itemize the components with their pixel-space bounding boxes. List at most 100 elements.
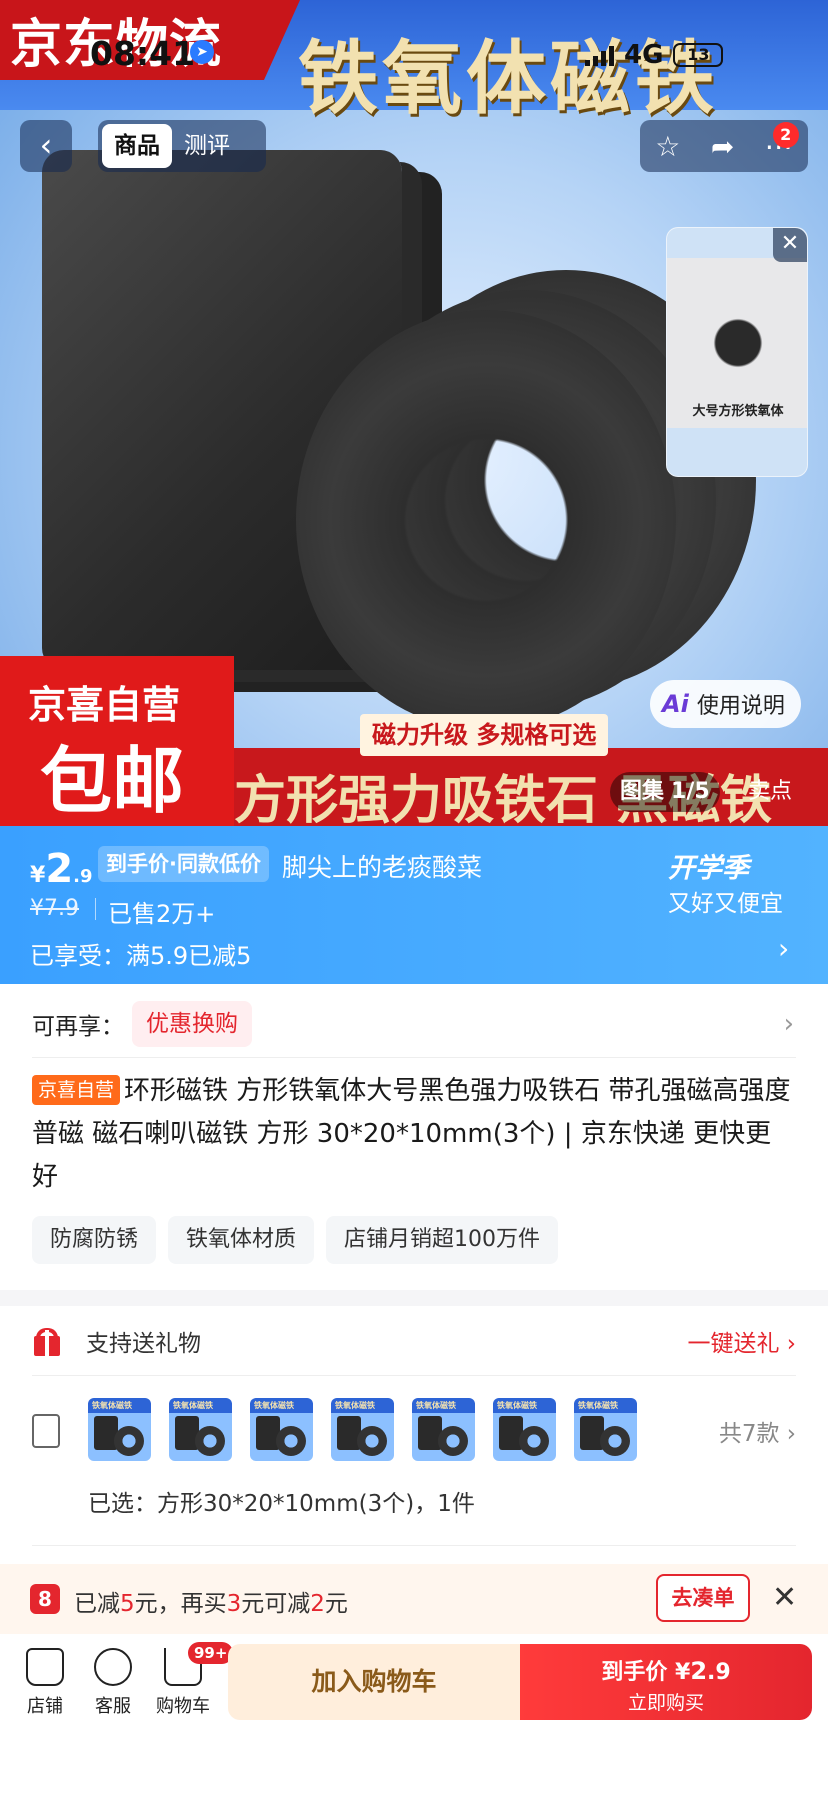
original-price: ¥7.9 (30, 896, 79, 921)
price-divider (95, 898, 96, 920)
price-tag: 到手价·同款低价 (98, 846, 269, 882)
store-label: 店铺 (27, 1696, 63, 1717)
cart-label: 购物车 (156, 1696, 210, 1717)
feature-tag[interactable]: 店铺月销超100万件 (326, 1216, 559, 1264)
selected-sku: 已选：方形30*20*10mm(3个)，1件 (88, 1491, 475, 1517)
store-button[interactable]: 店铺 (10, 1648, 80, 1718)
promo-text: 已减5元，再买3元可减2元 (74, 1591, 348, 1617)
share-icon[interactable]: ➦ (711, 130, 734, 163)
gallery-label: 图集 (620, 779, 665, 804)
store-icon (26, 1648, 64, 1686)
product-title-text: 环形磁铁 方形铁氧体大号黑色强力吸铁石 带孔强磁高强度普磁 磁石喇叭磁铁 方形 … (32, 1076, 791, 1192)
network-label: 4G (624, 40, 664, 70)
product-title: 京喜自营 环形磁铁 方形铁氧体大号黑色强力吸铁石 带孔强磁高强度普磁 磁石喇叭磁铁… (32, 1070, 796, 1199)
back-button[interactable]: ‹ (20, 120, 72, 172)
jingxi-tag: 京喜自营 (32, 1075, 121, 1105)
close-video-button[interactable]: ✕ (773, 228, 807, 262)
sku-thumbnail[interactable]: 铁氧体磁铁 (331, 1398, 394, 1461)
gift-row[interactable]: 支持送礼物 一键送礼 › (32, 1306, 796, 1376)
buy-now-button[interactable]: 到手价 ¥2.9 立即购买 (520, 1644, 812, 1720)
hero-title: 铁氧体磁铁 (298, 31, 718, 125)
promo-logo-icon: 8 (30, 1584, 60, 1614)
chevron-right-icon: › (783, 1008, 794, 1039)
sku-thumbnails: 铁氧体磁铁 铁氧体磁铁 铁氧体磁铁 铁氧体磁铁 铁氧体磁铁 铁氧体磁铁 铁氧体磁… (88, 1398, 637, 1461)
product-feature-tags: 防腐防锈 铁氧体材质 店铺月销超100万件 (32, 1216, 559, 1264)
buy-price: 到手价 ¥2.9 (601, 1657, 731, 1685)
more-badge: 2 (772, 121, 799, 148)
chat-face-icon (94, 1648, 132, 1686)
price-user-nickname: 脚尖上的老痰酸菜 (282, 853, 483, 882)
buy-now-label: 立即购买 (627, 1692, 704, 1714)
sku-count[interactable]: 共7款 › (719, 1414, 796, 1448)
promo-bar: 8 已减5元，再买3元可减2元 去凑单 ✕ (0, 1564, 828, 1634)
sold-count: 已售2万+ (108, 900, 216, 928)
sku-thumb-label: 铁氧体磁铁 (416, 1401, 456, 1410)
sku-thumb-label: 铁氧体磁铁 (497, 1401, 537, 1410)
send-gift-link[interactable]: 一键送礼 › (687, 1324, 796, 1358)
close-promo-icon[interactable]: ✕ (772, 1580, 797, 1615)
selection-icon (32, 1414, 60, 1448)
sku-thumbnail[interactable]: 铁氧体磁铁 (169, 1398, 232, 1461)
customer-service-button[interactable]: 客服 (78, 1648, 148, 1718)
add-to-cart-button[interactable]: 加入购物车 (228, 1644, 520, 1720)
chevron-left-icon: ‹ (39, 126, 53, 164)
sku-thumbnail[interactable]: 铁氧体磁铁 (412, 1398, 475, 1461)
ai-icon: Ai (662, 690, 689, 718)
nav-actions: ☆ ➦ ⋯2 (640, 120, 808, 172)
bottom-action-bar: 店铺 客服 99+ 购物车 加入购物车 到手价 ¥2.9 立即购买 (0, 1634, 828, 1795)
sku-thumbnail[interactable]: 铁氧体磁铁 (88, 1398, 151, 1461)
sku-thumb-label: 铁氧体磁铁 (92, 1401, 132, 1410)
sku-thumb-label: 铁氧体磁铁 (173, 1401, 213, 1410)
exchange-offer-chip[interactable]: 优惠换购 (132, 1000, 252, 1047)
tab-review[interactable]: 测评 (172, 124, 242, 168)
tab-product[interactable]: 商品 (102, 124, 172, 168)
ai-usage-label: 使用说明 (696, 694, 785, 719)
feature-tag[interactable]: 铁氧体材质 (168, 1216, 315, 1264)
price: ¥ 2 .9 (30, 846, 93, 892)
signal-icon (585, 44, 614, 66)
price-currency: ¥ (30, 863, 46, 888)
hero-slogan: 磁力升级 多规格可选 (360, 714, 609, 756)
gift-icon (32, 1326, 62, 1356)
sell-points-tab[interactable]: 卖点 (748, 772, 792, 812)
badge-line2: 包邮 (40, 739, 185, 823)
season-campaign-subtitle: 又好又便宜 (668, 891, 783, 917)
more-offers-label: 可再享： (32, 1013, 124, 1040)
more-offers-row[interactable]: 可再享： 优惠换购 › (32, 990, 796, 1058)
feature-tag[interactable]: 防腐防锈 (32, 1216, 157, 1264)
badge-line1: 京喜自营 (28, 683, 181, 727)
location-icon: ➤ (190, 40, 214, 64)
sku-selector[interactable]: 铁氧体磁铁 铁氧体磁铁 铁氧体磁铁 铁氧体磁铁 铁氧体磁铁 铁氧体磁铁 铁氧体磁… (32, 1386, 796, 1546)
floating-video[interactable]: 大号方形铁氧体 (666, 227, 808, 477)
battery-icon: 13 (673, 43, 724, 67)
battery-level: 13 (687, 45, 710, 64)
price-bar[interactable]: ¥ 2 .9 到手价·同款低价 脚尖上的老痰酸菜 ¥7.9 已售2万+ 已享受：… (0, 826, 828, 984)
sku-thumbnail[interactable]: 铁氧体磁铁 (493, 1398, 556, 1461)
cart-button[interactable]: 99+ 购物车 (148, 1642, 234, 1718)
status-time: 08:41 (90, 34, 196, 73)
gallery-index: 1/5 (671, 779, 710, 804)
video-caption: 大号方形铁氧体 (692, 404, 784, 419)
nav-tabs: 商品 测评 (98, 120, 266, 172)
hero-bottom-strip: 方形强力吸铁石 黑磁铁 (234, 748, 828, 826)
sku-thumbnail[interactable]: 铁氧体磁铁 (250, 1398, 313, 1461)
close-icon: ✕ (780, 231, 800, 256)
ai-usage-guide-button[interactable]: Ai 使用说明 (650, 680, 801, 728)
sku-thumb-label: 铁氧体磁铁 (254, 1401, 294, 1410)
more-icon[interactable]: ⋯2 (765, 121, 799, 163)
sku-thumb-label: 铁氧体磁铁 (335, 1401, 375, 1410)
favorite-star-icon[interactable]: ☆ (655, 130, 680, 163)
price-integer: 2 (45, 846, 74, 892)
cart-badge: 99+ (188, 1642, 234, 1664)
price-decimal: .9 (73, 866, 93, 887)
gallery-counter[interactable]: 图集 1/5 (610, 772, 720, 812)
season-campaign-title: 开学季 (668, 853, 749, 884)
service-label: 客服 (95, 1696, 131, 1717)
section-divider (0, 1290, 828, 1306)
status-right: 4G 13 (585, 40, 724, 70)
chevron-right-icon: › (778, 932, 790, 965)
jingxi-self-operated-badge: 京喜自营 包邮 (0, 656, 234, 826)
gift-label: 支持送礼物 (86, 1330, 201, 1357)
sku-thumbnail[interactable]: 铁氧体磁铁 (574, 1398, 637, 1461)
add-on-items-button[interactable]: 去凑单 (656, 1574, 750, 1622)
